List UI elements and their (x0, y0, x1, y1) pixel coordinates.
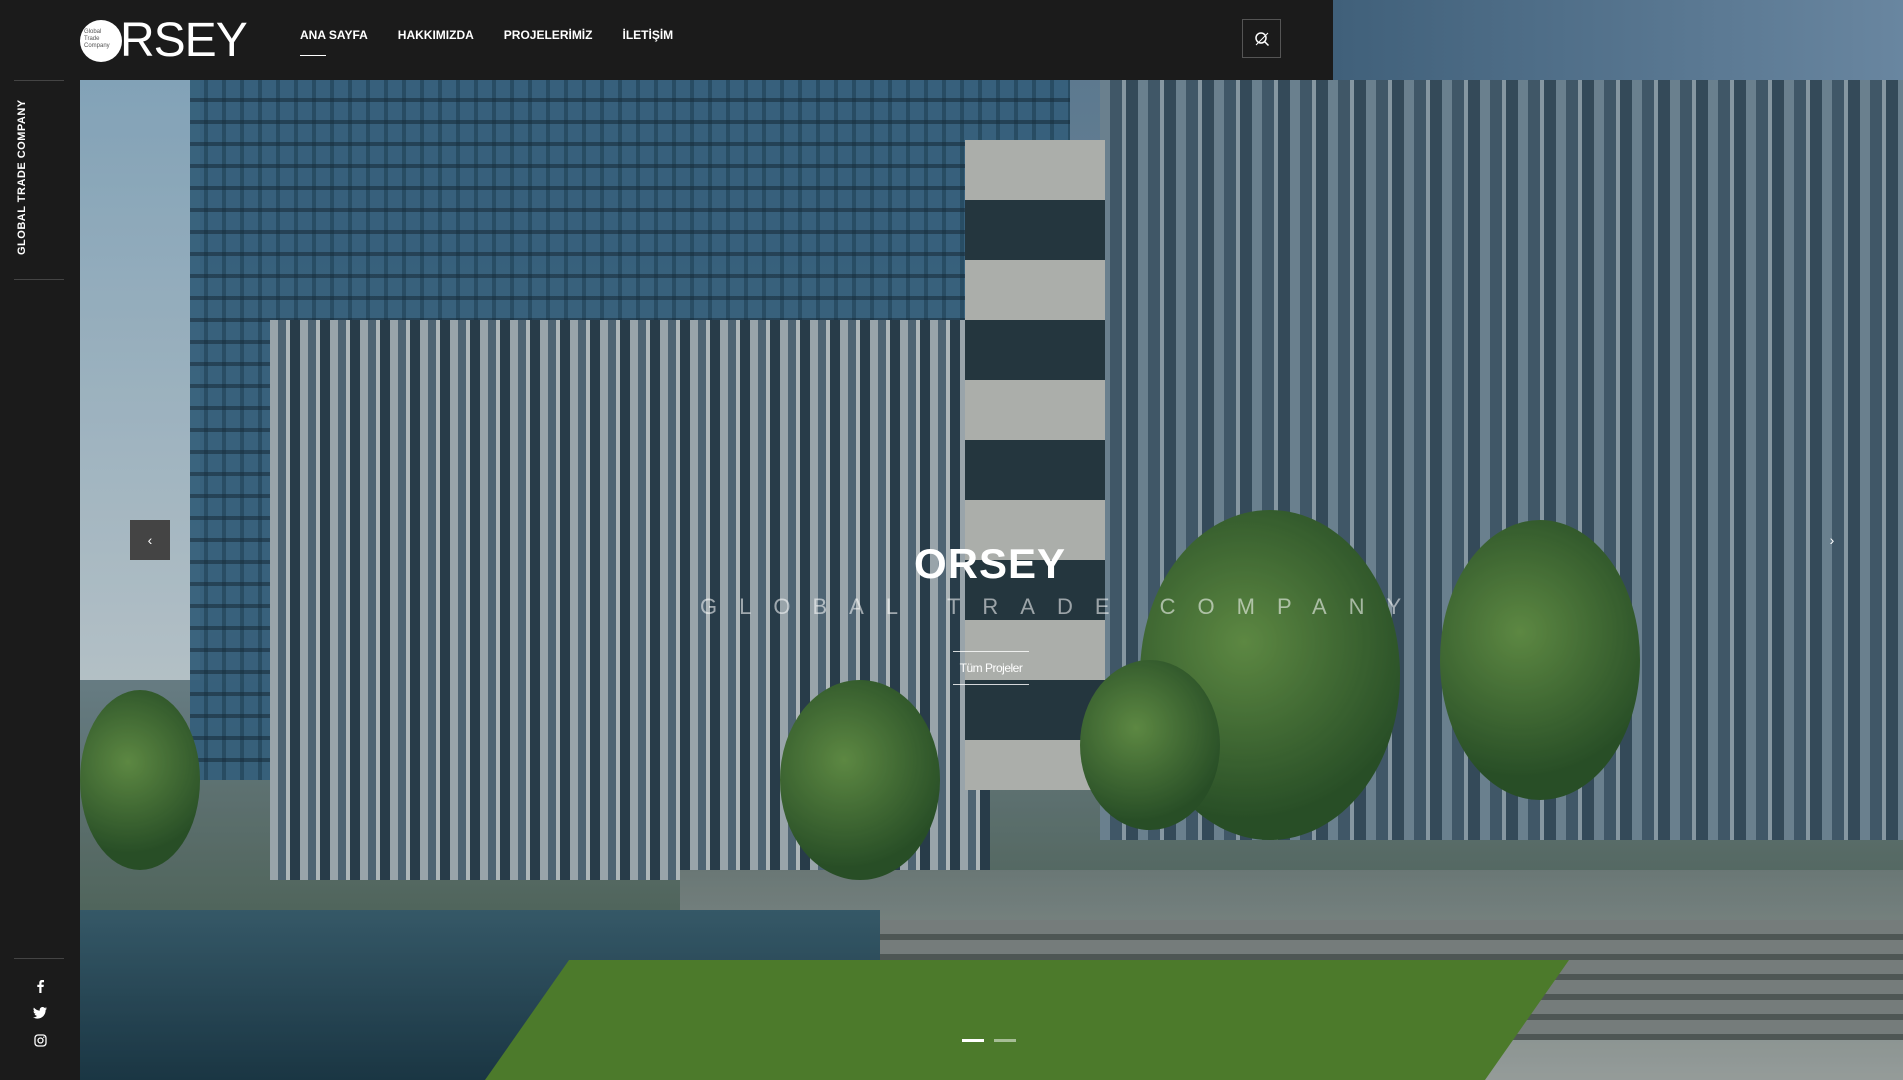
divider (14, 958, 64, 959)
slider-next-button[interactable]: › (1812, 520, 1852, 560)
hero-title: ORSEY (913, 540, 1067, 587)
site-header: Global Trade Company RSEY ANA SAYFA HAKK… (0, 0, 1333, 80)
search-icon (1255, 32, 1270, 47)
search-toggle-button[interactable] (1242, 19, 1281, 58)
main-nav: ANA SAYFA HAKKIMIZDA PROJELERİMİZ İLETİŞ… (300, 28, 703, 58)
nav-item-home[interactable]: ANA SAYFA (300, 28, 368, 58)
left-sidebar: GLOBAL TRADE COMPANY (0, 0, 80, 1080)
twitter-icon (33, 1007, 47, 1019)
chevron-left-icon: ‹ (147, 532, 153, 548)
twitter-link[interactable] (30, 1003, 50, 1023)
slider-pagination (962, 1039, 1026, 1042)
logo[interactable]: Global Trade Company RSEY (80, 15, 248, 67)
instagram-icon (33, 1033, 47, 1047)
slider-prev-button[interactable]: ‹ (130, 520, 170, 560)
logo-circle: Global Trade Company (80, 20, 122, 62)
nav-item-about[interactable]: HAKKIMIZDA (398, 28, 474, 58)
sidebar-vertical-text: GLOBAL TRADE COMPANY (16, 99, 28, 255)
divider (14, 279, 64, 280)
nav-item-projects[interactable]: PROJELERİMİZ (504, 28, 593, 58)
chevron-right-icon: › (1829, 532, 1835, 548)
all-projects-button[interactable]: Tüm Projeler (953, 651, 1029, 685)
hero-caption: ORSEY GLOBAL TRADE COMPANY (700, 540, 1424, 620)
instagram-link[interactable] (30, 1030, 50, 1050)
slider-dot[interactable] (994, 1039, 1016, 1042)
hero-image-top-strip (1333, 0, 1903, 80)
logo-word: RSEY (120, 14, 248, 67)
facebook-link[interactable] (30, 976, 50, 996)
facebook-icon (37, 980, 44, 993)
divider (14, 80, 64, 81)
hero-subtitle: GLOBAL TRADE COMPANY (700, 594, 1424, 619)
nav-item-contact[interactable]: İLETİŞİM (622, 28, 673, 58)
logo-circle-text: Global Trade Company (84, 29, 110, 49)
slider-dot[interactable] (962, 1039, 984, 1042)
